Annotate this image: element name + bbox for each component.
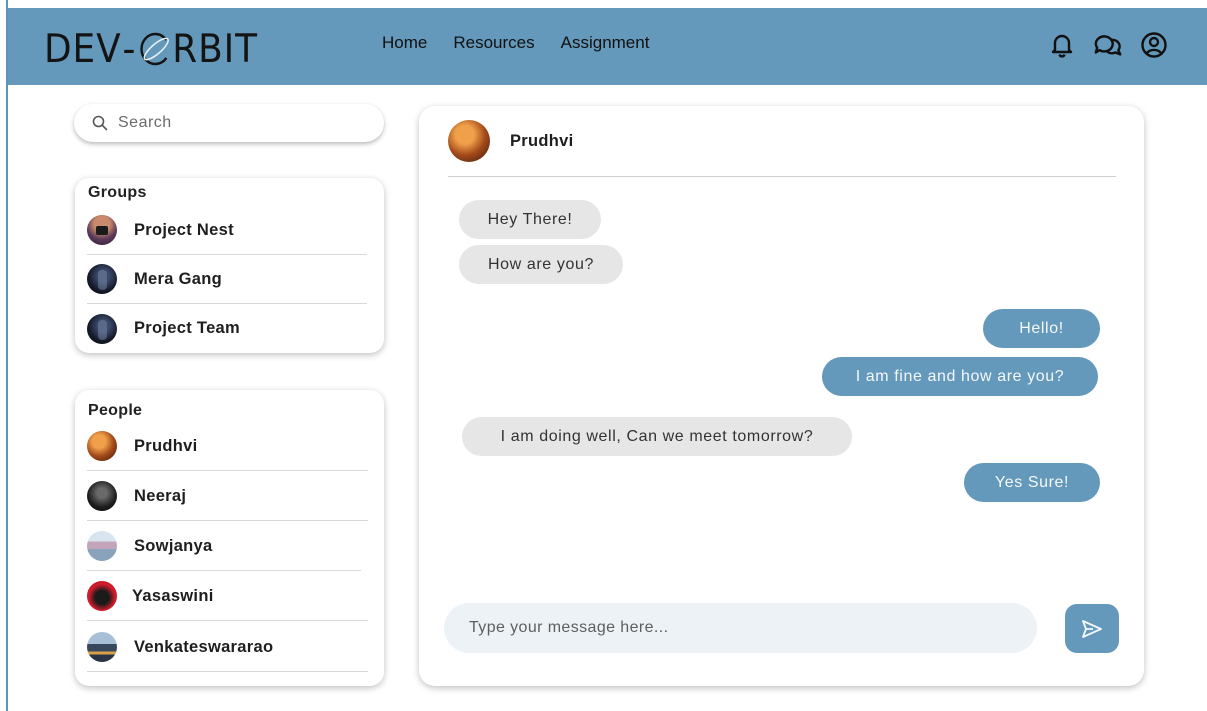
message-outgoing: Hello! (983, 309, 1100, 348)
search-input[interactable] (118, 114, 358, 132)
person-item-neeraj[interactable]: Neeraj (87, 472, 368, 521)
groups-title: Groups (88, 184, 147, 201)
message-input[interactable] (469, 619, 1009, 637)
person-name: Neeraj (134, 486, 187, 505)
user-account-icon[interactable] (1139, 30, 1169, 60)
avatar (87, 481, 117, 511)
window-edge (6, 0, 8, 711)
nav-resources[interactable]: Resources (453, 33, 534, 53)
send-icon (1082, 619, 1102, 638)
logo-dash: - (122, 26, 137, 72)
group-item-project-team[interactable]: Project Team (87, 304, 367, 353)
avatar (87, 581, 117, 611)
group-name: Project Nest (134, 220, 234, 239)
person-name: Yasaswini (132, 586, 214, 605)
chat-contact-name: Prudhvi (510, 131, 574, 150)
avatar (87, 632, 117, 662)
chat-bubbles-icon[interactable] (1093, 30, 1123, 60)
chat-divider (448, 176, 1116, 177)
header-actions (1047, 30, 1169, 60)
person-item-prudhvi[interactable]: Prudhvi (87, 422, 368, 471)
person-item-sowjanya[interactable]: Sowjanya (87, 522, 361, 571)
message-incoming: How are you? (459, 245, 623, 284)
person-item-venkateswararao[interactable]: Venkateswararao (87, 623, 368, 672)
chat-contact-avatar[interactable] (448, 120, 490, 162)
group-name: Mera Gang (134, 269, 222, 288)
person-item-yasaswini[interactable]: Yasaswini (87, 572, 368, 621)
main-nav: Home Resources Assignment (382, 33, 649, 53)
message-incoming: Hey There! (459, 200, 601, 239)
people-card: People Prudhvi Neeraj Sowjanya Yasaswini… (75, 390, 384, 686)
message-outgoing: I am fine and how are you? (822, 357, 1098, 396)
chat-header: Prudhvi (448, 120, 574, 162)
avatar (87, 431, 117, 461)
search-icon (92, 115, 108, 131)
search-box[interactable] (74, 104, 384, 142)
bell-icon[interactable] (1047, 30, 1077, 60)
message-composer[interactable] (444, 603, 1037, 653)
avatar (87, 215, 117, 245)
message-incoming: I am doing well, Can we meet tomorrow? (462, 417, 852, 456)
avatar (87, 531, 117, 561)
chat-panel: Prudhvi Hey There! How are you? Hello! I… (419, 106, 1144, 686)
logo-text-left: DEV (44, 26, 122, 72)
group-name: Project Team (134, 319, 240, 337)
people-title: People (88, 402, 143, 419)
group-item-mera-gang[interactable]: Mera Gang (87, 255, 367, 304)
person-name: Sowjanya (134, 536, 213, 555)
message-outgoing: Yes Sure! (964, 463, 1100, 502)
person-name: Prudhvi (134, 436, 198, 455)
groups-card: Groups Project Nest Mera Gang Project Te… (75, 178, 384, 353)
avatar (87, 264, 117, 294)
orbit-o-icon (140, 32, 170, 66)
nav-assignment[interactable]: Assignment (561, 33, 650, 53)
person-name: Venkateswararao (134, 637, 274, 656)
nav-home[interactable]: Home (382, 33, 427, 53)
dev-orbit-logo[interactable]: DEV - RBIT (44, 26, 258, 72)
top-header: DEV - RBIT Home Resources Assignment (8, 8, 1207, 85)
avatar (87, 313, 117, 344)
logo-text-right: RBIT (172, 26, 259, 72)
send-button[interactable] (1065, 604, 1119, 653)
group-item-project-nest[interactable]: Project Nest (87, 206, 367, 255)
